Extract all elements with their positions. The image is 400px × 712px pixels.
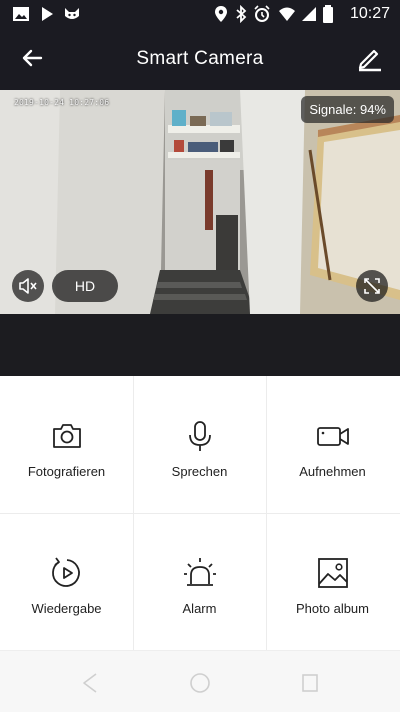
signal-icon [302, 7, 316, 21]
camera-icon [52, 424, 81, 448]
action-aufnehmen[interactable]: Aufnehmen [266, 376, 399, 513]
nav-back-icon[interactable] [78, 671, 102, 695]
action-grid: Fotografieren Sprechen Aufnehmen Wiederg… [0, 376, 400, 650]
quality-hd-button[interactable]: HD [52, 270, 118, 302]
play-icon [42, 7, 53, 21]
status-bar: 10:27 [0, 0, 400, 28]
action-photo-album[interactable]: Photo album [266, 513, 399, 650]
action-label: Alarm [182, 601, 217, 616]
video-bottom-bar [0, 314, 400, 376]
action-fotografieren[interactable]: Fotografieren [0, 376, 133, 513]
fullscreen-button[interactable] [356, 270, 388, 302]
replay-icon [51, 557, 80, 587]
action-label: Wiedergabe [31, 601, 102, 616]
fullscreen-icon [364, 278, 380, 294]
action-sprechen[interactable]: Sprechen [133, 376, 266, 513]
speaker-muted-icon [19, 278, 37, 294]
location-icon [215, 6, 227, 22]
nav-recents-icon[interactable] [298, 671, 322, 695]
image-icon [317, 558, 348, 588]
cat-icon [65, 8, 79, 19]
system-nav-bar [0, 650, 400, 712]
video-timestamp: 2019-10-24 10:27:06 [14, 98, 110, 107]
mute-button[interactable] [12, 270, 44, 302]
bluetooth-icon [236, 5, 247, 23]
action-label: Sprechen [171, 464, 228, 479]
app-bar: Smart Camera [0, 28, 400, 90]
wifi-icon [279, 7, 295, 21]
pencil-icon[interactable] [356, 44, 384, 72]
alarm-clock-icon [254, 5, 270, 22]
action-label: Photo album [296, 601, 369, 616]
image-icon [13, 7, 29, 21]
microphone-icon [188, 421, 211, 451]
action-label: Fotografieren [27, 464, 106, 479]
video-camera-icon [316, 427, 349, 446]
page-title: Smart Camera [136, 48, 264, 69]
nav-home-icon[interactable] [188, 671, 212, 695]
action-alarm[interactable]: Alarm [133, 513, 266, 650]
siren-icon [183, 558, 216, 586]
action-wiedergabe[interactable]: Wiedergabe [0, 513, 133, 650]
action-label: Aufnehmen [299, 464, 366, 479]
battery-icon [323, 5, 333, 23]
status-time: 10:27 [349, 5, 390, 22]
signal-strength-badge: Signale: 94% [301, 96, 394, 123]
